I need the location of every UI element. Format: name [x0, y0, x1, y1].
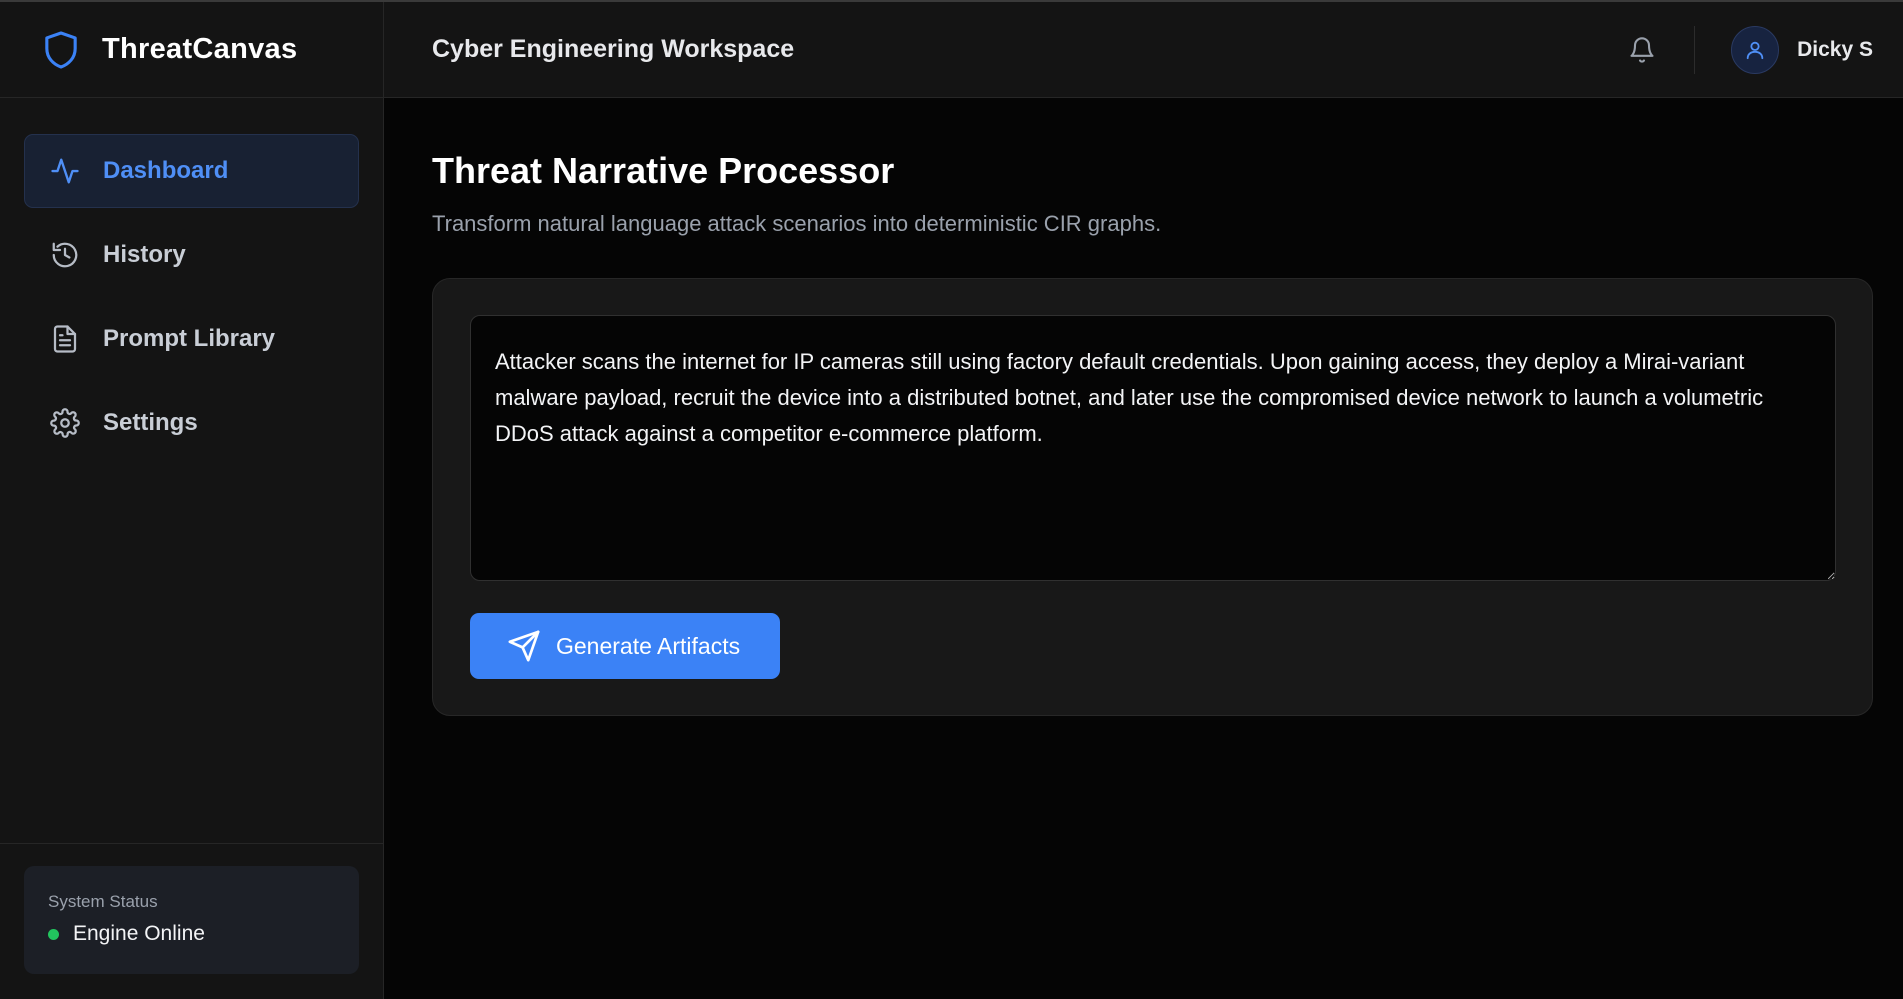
sidebar-item-prompt-library[interactable]: Prompt Library — [24, 302, 359, 376]
send-icon — [506, 628, 542, 664]
sidebar-item-dashboard[interactable]: Dashboard — [24, 134, 359, 208]
sidebar-item-label: Settings — [103, 409, 198, 436]
sidebar-item-settings[interactable]: Settings — [24, 386, 359, 460]
sidebar-item-label: History — [103, 241, 186, 268]
sidebar-item-label: Prompt Library — [103, 325, 276, 352]
sidebar: ThreatCanvas Dashboard History Prompt Li… — [0, 2, 384, 999]
activity-icon — [49, 155, 81, 187]
user-name[interactable]: Dicky S — [1797, 38, 1873, 62]
page-subtitle: Transform natural language attack scenar… — [432, 211, 1162, 236]
user-icon — [1746, 41, 1764, 60]
sidebar-item-history[interactable]: History — [24, 218, 359, 292]
header-divider — [1694, 26, 1696, 74]
system-status-card: System Status Engine Online — [24, 866, 359, 974]
status-section: System Status Engine Online — [0, 843, 383, 999]
history-icon — [49, 239, 81, 271]
workspace-title: Cyber Engineering Workspace — [432, 35, 795, 63]
generate-artifacts-label: Generate Artifacts — [556, 632, 741, 659]
avatar[interactable] — [1731, 26, 1780, 74]
gear-icon — [49, 407, 81, 439]
bell-icon[interactable] — [1624, 32, 1660, 68]
shield-icon — [40, 28, 82, 72]
status-title: System Status — [48, 892, 158, 911]
generate-artifacts-button[interactable]: Generate Artifacts — [470, 613, 780, 679]
top-header: Cyber Engineering Workspace Dicky S — [384, 2, 1903, 98]
status-indicator-dot — [48, 928, 59, 940]
header-actions: Dicky S — [1624, 2, 1873, 98]
narrative-input[interactable]: Attacker scans the internet for IP camer… — [470, 315, 1836, 581]
brand[interactable]: ThreatCanvas — [0, 2, 383, 98]
main-content: Threat Narrative Processor Transform nat… — [384, 98, 1903, 999]
narrative-panel: Attacker scans the internet for IP camer… — [432, 278, 1873, 716]
sidebar-item-label: Dashboard — [103, 157, 229, 184]
page-title: Threat Narrative Processor — [432, 150, 895, 191]
status-row: Engine Online — [48, 922, 335, 946]
status-text: Engine Online — [73, 922, 205, 945]
app-name: ThreatCanvas — [102, 33, 298, 65]
sidebar-nav: Dashboard History Prompt Library Setting… — [0, 98, 383, 460]
document-icon — [49, 323, 81, 355]
